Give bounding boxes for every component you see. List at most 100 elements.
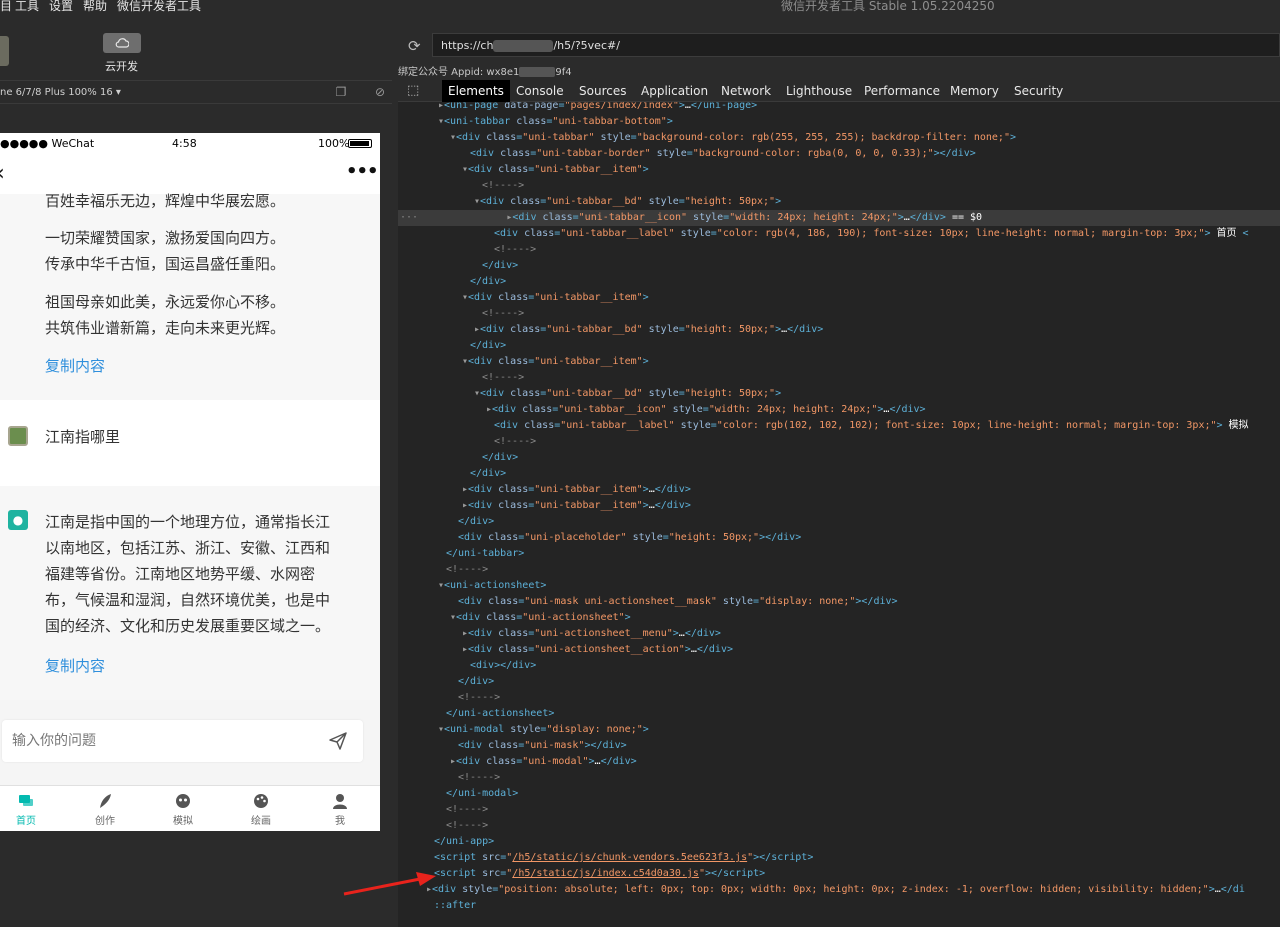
redacted-blur [519,67,556,77]
dom-comment: <!----> [482,180,525,191]
book-icon [8,426,28,446]
menu-help[interactable]: 帮助 [83,0,107,12]
redacted-blur [493,40,554,52]
dom-node[interactable]: <div class="uni-tabbar__label" style="co… [494,226,1249,242]
tab-lighthouse[interactable]: Lighthouse [780,80,858,102]
phone-simulator: ●●●●● WeChat 4:58 100% ‹ ••• 百姓幸福乐无边，辉煌中… [0,133,380,831]
poem-line: 百姓幸福乐无边，辉煌中华展宏愿。 [45,192,286,210]
dom-node[interactable]: ▸<uni-page data-page="pages/index/index"… [438,102,757,114]
copy-content-link[interactable]: 复制内容 [45,355,105,376]
dom-node[interactable]: ▾<div class="uni-tabbar__item"> [462,354,649,370]
tab-sources[interactable]: Sources [573,80,632,102]
tab-memory[interactable]: Memory [944,80,1005,102]
dom-node[interactable]: </div> [482,450,518,466]
dom-node[interactable]: </div> [470,338,506,354]
more-icon[interactable]: ••• [346,161,379,182]
dom-node[interactable]: ▾<uni-tabbar class="uni-tabbar-bottom"> [438,114,673,130]
menu-tools[interactable]: 工具 [15,0,39,12]
inspect-element-icon[interactable]: ⬚ [402,80,426,102]
tab-console[interactable]: Console [510,80,570,102]
dom-node[interactable]: <div class="uni-mask"></div> [458,738,627,754]
dom-node[interactable]: </div> [470,274,506,290]
tab-home[interactable]: 首页 [0,792,56,827]
red-arrow-annotation [343,872,436,896]
elements-panel: ▸<uni-page data-page="pages/index/index"… [398,102,1280,927]
url-field[interactable]: https://ch/h5/?5vec#/ [432,33,1280,57]
reload-icon[interactable]: ⟳ [408,37,421,55]
back-icon[interactable]: ‹ [0,161,5,186]
dom-node[interactable]: ▸<div style="position: absolute; left: 0… [426,882,1245,898]
dom-comment: <!----> [458,772,501,783]
poem-line: 传承中华千古恒，国运昌盛任重阳。 [45,255,286,273]
menu-wechat-devtools[interactable]: 微信开发者工具 [117,0,201,12]
tab-performance[interactable]: Performance [858,80,946,102]
window-title: 微信开发者工具 Stable 1.05.2204250 [781,0,995,13]
dom-node[interactable]: ▾<div class="uni-tabbar__bd" style="heig… [474,194,781,210]
dom-node[interactable]: </uni-modal> [446,786,518,802]
dom-node[interactable]: ▾<div class="uni-tabbar" style="backgrou… [450,130,1016,146]
avatar[interactable] [0,36,9,66]
dom-node[interactable]: ▸<div class="uni-actionsheet__menu">…</d… [462,626,721,642]
copy-content-link[interactable]: 复制内容 [45,655,105,676]
dom-node[interactable]: <div class="uni-tabbar__label" style="co… [494,418,1249,434]
appid-prefix: 绑定公众号 Appid: wx8e1 [398,67,520,78]
status-time: 4:58 [172,137,197,150]
dom-node[interactable]: <div class="uni-placeholder" style="heig… [458,530,801,546]
answer-card: ● 江南是指中国的一个地理方位，通常指长江 以南地区，包括江苏、浙江、安徽、江西… [0,486,380,700]
dom-node[interactable]: ▸<div class="uni-modal">…</div> [450,754,637,770]
dom-node[interactable]: ▾<uni-actionsheet> [438,578,546,594]
appid-label: 绑定公众号 Appid: wx8e1 9f4 [398,63,572,78]
dom-node[interactable]: <div class="uni-tabbar-border" style="ba… [470,146,976,162]
dom-node[interactable]: </div> [458,514,494,530]
dom-node[interactable]: ▸<div class="uni-tabbar__icon" style="wi… [486,402,926,418]
menu-settings[interactable]: 设置 [49,0,73,12]
tab-elements[interactable]: Elements [442,80,510,102]
tab-paint[interactable]: 绘画 [231,792,291,827]
tab-create[interactable]: 创作 [75,792,135,827]
feather-icon [100,794,111,808]
dom-node[interactable]: <script src="/h5/static/js/index.c54d0a3… [434,866,765,882]
cloud-dev-label: 云开发 [105,60,138,73]
tab-application[interactable]: Application [635,80,714,102]
dom-comment: <!----> [446,564,489,575]
tab-security[interactable]: Security [1008,80,1069,102]
dom-node[interactable]: ▾<div class="uni-tabbar__bd" style="heig… [474,386,781,402]
dom-node[interactable]: ▸<div class="uni-tabbar__item">…</div> [462,482,691,498]
dom-node[interactable]: ▾<div class="uni-tabbar__item"> [462,290,649,306]
question-card: 江南指哪里 [0,400,380,486]
tab-label: 我 [335,816,345,827]
bulb-icon: ● [8,510,28,530]
dom-node[interactable]: </uni-actionsheet> [446,706,554,722]
dom-node[interactable]: ▸<div class="uni-actionsheet__action">…<… [462,642,733,658]
dom-node[interactable]: </uni-tabbar> [446,546,524,562]
menu-project[interactable]: 目 [0,0,12,12]
tab-me[interactable]: 我 [310,792,370,827]
dom-node[interactable]: <script src="/h5/static/js/chunk-vendors… [434,850,813,866]
dom-comment: <!----> [446,804,489,815]
dom-node[interactable]: ▾<uni-modal style="display: none;"> [438,722,649,738]
devtools-tabs: ⬚ Elements Console Sources Application N… [398,80,1280,102]
device-selector[interactable]: ne 6/7/8 Plus 100% 16 ▾ [0,87,121,98]
dom-node[interactable]: </div> [482,258,518,274]
tab-simulate[interactable]: 模拟 [153,792,213,827]
dom-node[interactable]: </div> [458,674,494,690]
dom-node[interactable]: ▾<div class="uni-actionsheet"> [450,610,631,626]
tab-network[interactable]: Network [715,80,777,102]
dom-node[interactable]: <div class="uni-mask uni-actionsheet__ma… [458,594,898,610]
dom-node-selected[interactable]: ··· ▸<div class="uni-tabbar__icon" style… [398,210,1280,226]
window-icon[interactable]: ❐ [334,85,348,99]
dom-node[interactable]: ▾<div class="uni-tabbar__item"> [462,162,649,178]
question-input[interactable] [12,730,312,752]
send-icon[interactable] [328,731,348,751]
menu-bar: 目 工具 设置 帮助 微信开发者工具 微信开发者工具 Stable 1.05.2… [0,0,1280,14]
dom-node[interactable]: </uni-app> [434,834,494,850]
cloud-icon [115,38,129,48]
dom-pseudo[interactable]: ::after [434,898,476,914]
cloud-dev-button[interactable] [103,33,141,53]
dom-node[interactable]: <div></div> [470,658,536,674]
dom-node[interactable]: </div> [470,466,506,482]
palette-icon [254,794,268,808]
dom-node[interactable]: ▸<div class="uni-tabbar__bd" style="heig… [474,322,823,338]
dom-node[interactable]: ▸<div class="uni-tabbar__item">…</div> [462,498,691,514]
rotate-icon[interactable]: ⊘ [373,85,387,99]
